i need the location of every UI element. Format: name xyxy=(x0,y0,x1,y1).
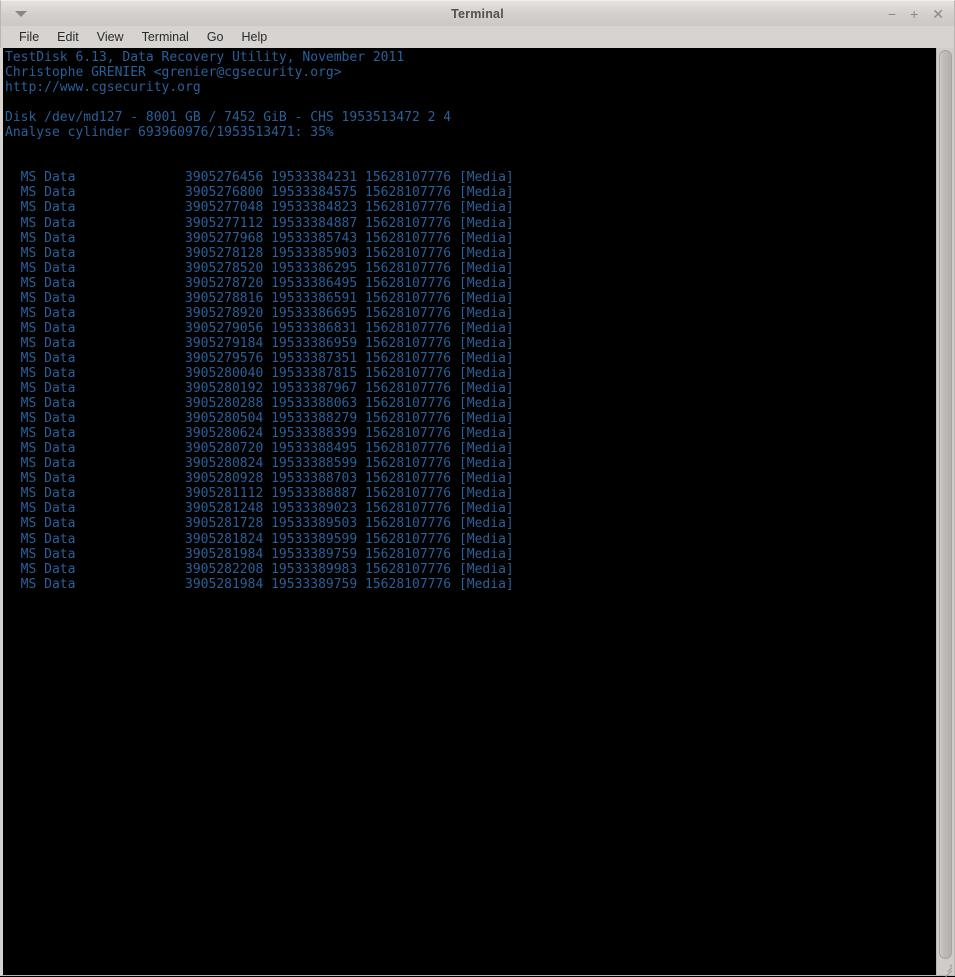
terminal-window: Terminal − + ✕ File Edit View Terminal G… xyxy=(0,0,955,977)
minimize-button[interactable]: − xyxy=(888,7,896,21)
close-button[interactable]: ✕ xyxy=(932,7,944,21)
menu-bar: File Edit View Terminal Go Help xyxy=(0,26,955,48)
menu-item-file[interactable]: File xyxy=(10,28,48,46)
maximize-button[interactable]: + xyxy=(910,7,918,21)
title-bar[interactable]: Terminal − + ✕ xyxy=(0,0,955,26)
menu-item-view[interactable]: View xyxy=(88,28,133,46)
vertical-scrollbar[interactable] xyxy=(936,48,954,977)
window-controls: − + ✕ xyxy=(888,1,944,27)
window-title: Terminal xyxy=(451,6,504,21)
terminal-screen[interactable]: TestDisk 6.13, Data Recovery Utility, No… xyxy=(3,48,936,975)
terminal-output: TestDisk 6.13, Data Recovery Utility, No… xyxy=(5,50,514,592)
resize-grip-icon[interactable] xyxy=(939,960,953,977)
menu-item-edit[interactable]: Edit xyxy=(48,28,88,46)
chevron-down-icon[interactable] xyxy=(15,10,27,17)
menu-item-terminal[interactable]: Terminal xyxy=(133,28,198,46)
terminal-area: TestDisk 6.13, Data Recovery Utility, No… xyxy=(0,48,955,977)
scrollbar-thumb[interactable] xyxy=(939,50,952,959)
menu-item-help[interactable]: Help xyxy=(233,28,277,46)
menu-item-go[interactable]: Go xyxy=(198,28,233,46)
